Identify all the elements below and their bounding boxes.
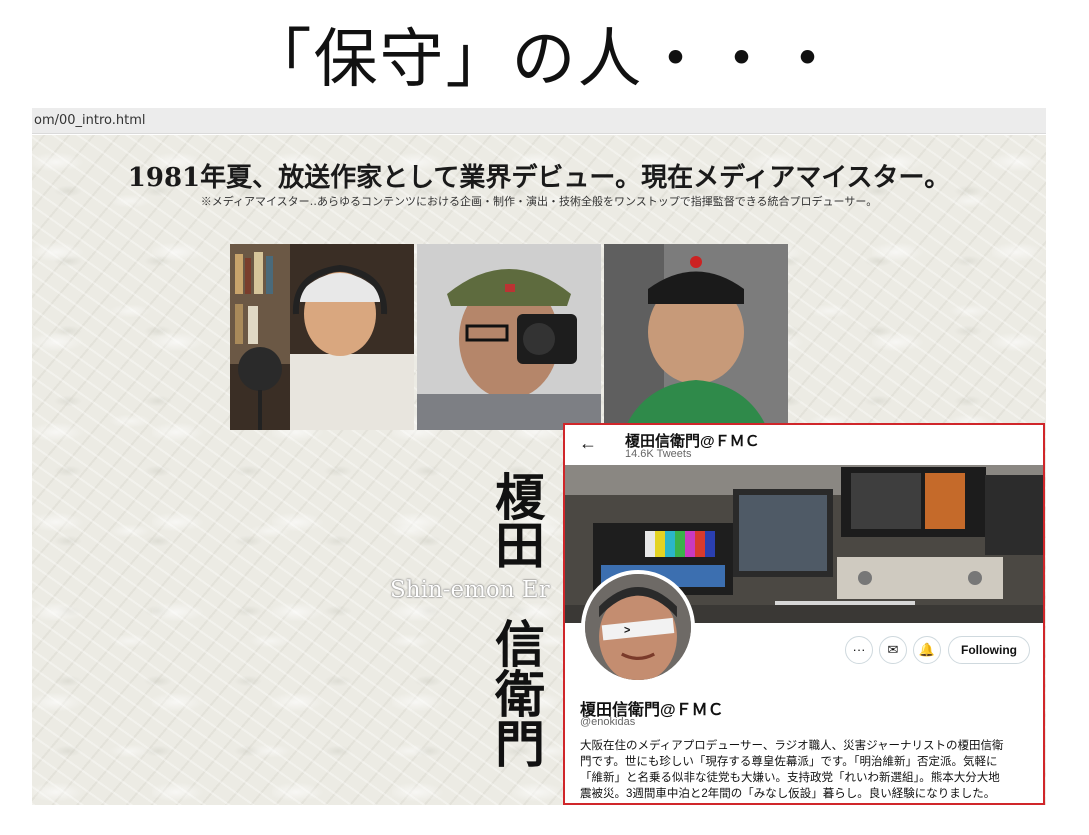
photo-radio-studio [230,244,414,430]
name-char-5: 門 [495,715,545,774]
url-text: om/00_intro.html [34,113,146,128]
address-bar[interactable]: om/00_intro.html [32,108,1046,134]
notification-bell-icon[interactable]: 🔔 [913,636,941,664]
site-headline: 1981年夏、放送作家として業界デビュー。現在メディアマイスター。 [127,163,951,193]
back-arrow-icon[interactable]: ← [579,433,597,454]
slide-title: 「保守」の人・・・ [247,23,842,97]
message-icon[interactable]: ✉ [879,636,907,664]
name-char-4: 衛 [495,665,545,724]
bio-line: 大阪在住のメディアプロデューサー、ラジオ職人、災害ジャーナリストの榎田信衛 [580,740,1004,752]
name-char-2: 田 [495,516,545,575]
profile-handle: @enokidas [580,716,636,728]
more-options-icon[interactable]: ··· [845,636,873,664]
photo-camera [417,244,601,430]
romaji-name: Shin-emon Er [390,577,550,603]
photo-green-shirt [604,244,788,430]
bio-line: 「維新」と名乗る似非な徒党も大嫌い。支持政党「れいわ新選組」。熊本大分大地 [580,772,1000,784]
profile-bio: 大阪在住のメディアプロデューサー、ラジオ職人、災害ジャーナリストの榎田信衛 門で… [580,738,1032,802]
profile-avatar[interactable]: > [581,570,695,684]
bio-line: 門です。世にも珍しい「現存する尊皇佐幕派」です。「明治維新」否定派。気軽に [580,756,998,768]
svg-text:>: > [624,624,630,636]
tweet-count: 14.6K Tweets [625,448,692,460]
twitter-profile-panel: ← 榎田信衛門@ＦＭＣ 14.6K Tweets > ··· ✉ 🔔 Follo… [563,423,1045,805]
following-button[interactable]: Following [948,636,1030,664]
bio-line: 震被災。3週間車中泊と2年間の「みなし仮設」暮らし。良い経験になりました。 [580,788,996,800]
site-subline: ※メディアマイスター‥あらゆるコンテンツにおける企画・制作・演出・技術全般をワン… [200,195,878,208]
name-char-3: 信 [495,615,545,674]
profile-header: ← 榎田信衛門@ＦＭＣ 14.6K Tweets [565,425,1043,465]
